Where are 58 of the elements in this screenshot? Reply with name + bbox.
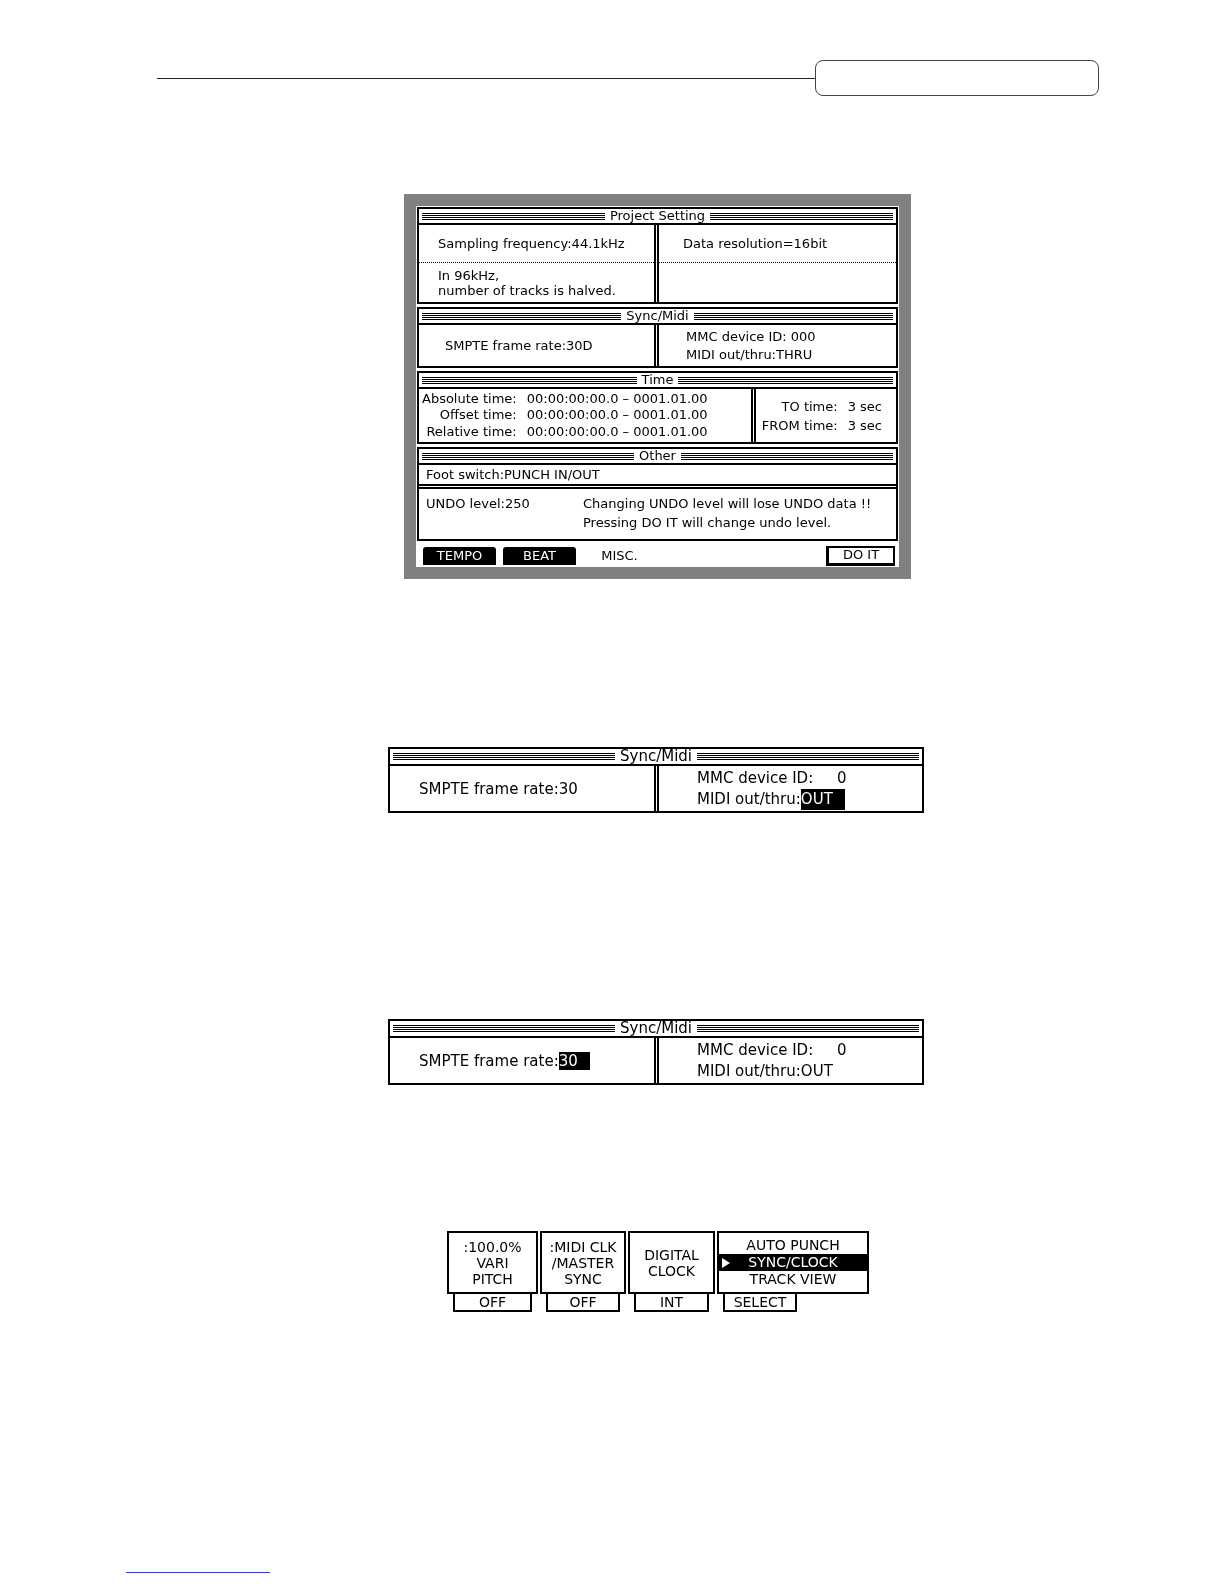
field-label: SMPTE frame rate: bbox=[419, 779, 559, 798]
key-value: :100.0% bbox=[463, 1238, 522, 1255]
field-value[interactable]: 000 bbox=[786, 327, 816, 346]
field-value[interactable]: 30 bbox=[558, 779, 578, 798]
time-label: Absolute time: bbox=[422, 390, 517, 408]
setting-text: Sampling frequency:44.1kHz bbox=[438, 236, 625, 251]
panel-title: Other bbox=[639, 449, 676, 463]
menu-item[interactable]: AUTO PUNCH bbox=[719, 1237, 867, 1254]
time-value: 3 sec bbox=[847, 416, 882, 435]
key-button[interactable]: SELECT bbox=[723, 1294, 797, 1312]
tab[interactable]: BEAT bbox=[503, 546, 576, 565]
panel-title: Sync/Midi bbox=[626, 309, 689, 323]
note-text: In 96kHz, number of tracks is halved. bbox=[438, 267, 616, 298]
time-label: Offset time: bbox=[438, 407, 517, 424]
setting-text: Foot switch:PUNCH IN/OUT bbox=[426, 467, 600, 482]
menu-item[interactable]: SYNC/CLOCK bbox=[719, 1254, 867, 1271]
tab[interactable]: MISC. bbox=[583, 546, 656, 565]
field-label: MIDI out/thru: bbox=[697, 1061, 801, 1080]
time-label: Relative time: bbox=[425, 423, 517, 441]
field-label: MMC device ID: bbox=[697, 768, 814, 787]
panel-title: Sync/Midi bbox=[620, 1021, 692, 1036]
key-button[interactable]: OFF bbox=[546, 1294, 620, 1312]
warning-text: Changing UNDO level will lose UNDO data !! bbox=[583, 495, 872, 513]
field-value[interactable]: 30 bbox=[558, 1051, 590, 1070]
key-label: VARI PITCH bbox=[472, 1254, 513, 1287]
field-label: MIDI out/thru: bbox=[686, 346, 776, 362]
time-value: 3 sec bbox=[847, 397, 882, 416]
key-label: DIGITAL CLOCK bbox=[644, 1246, 699, 1279]
key-button[interactable]: INT bbox=[634, 1294, 709, 1312]
field-value[interactable]: 0 bbox=[813, 1039, 847, 1061]
field-value[interactable]: 0 bbox=[813, 767, 847, 789]
field-label: MMC device ID: bbox=[686, 328, 787, 344]
setting-text: UNDO level:250 bbox=[426, 495, 531, 513]
field-value[interactable]: THRU bbox=[776, 345, 813, 364]
time-value: 00:00:00:00.0 – 0001.01.00 bbox=[526, 423, 708, 441]
field-label: MIDI out/thru: bbox=[697, 789, 801, 808]
field-value[interactable]: 30D bbox=[566, 338, 593, 353]
do-it-button[interactable]: DO IT bbox=[826, 545, 895, 566]
panel-title: Sync/Midi bbox=[620, 749, 692, 764]
panel-title: Time bbox=[641, 373, 674, 387]
field-label: SMPTE frame rate: bbox=[445, 338, 567, 353]
menu-item[interactable]: TRACK VIEW bbox=[719, 1271, 867, 1288]
time-label: TO time: bbox=[780, 397, 838, 416]
field-value[interactable]: OUT bbox=[800, 1060, 833, 1082]
key-button[interactable]: OFF bbox=[453, 1294, 532, 1312]
panel-title: Project Setting bbox=[609, 209, 706, 223]
field-label: SMPTE frame rate: bbox=[419, 1051, 559, 1070]
time-label: FROM time: bbox=[761, 416, 838, 435]
time-value: 00:00:00:00.0 – 0001.01.00 bbox=[526, 390, 708, 408]
key-label: SYNC bbox=[564, 1270, 602, 1287]
field-label: MMC device ID: bbox=[697, 1040, 814, 1059]
triangle-icon bbox=[722, 1257, 730, 1268]
field-value[interactable]: OUT bbox=[800, 788, 845, 810]
warning-text: Pressing DO IT will change undo level. bbox=[583, 514, 833, 532]
setting-text: Data resolution=16bit bbox=[683, 236, 828, 251]
key-value: :MIDI CLK /MASTER bbox=[549, 1238, 617, 1271]
tab[interactable]: TEMPO bbox=[423, 546, 496, 565]
time-value: 00:00:00:00.0 – 0001.01.00 bbox=[526, 407, 708, 424]
